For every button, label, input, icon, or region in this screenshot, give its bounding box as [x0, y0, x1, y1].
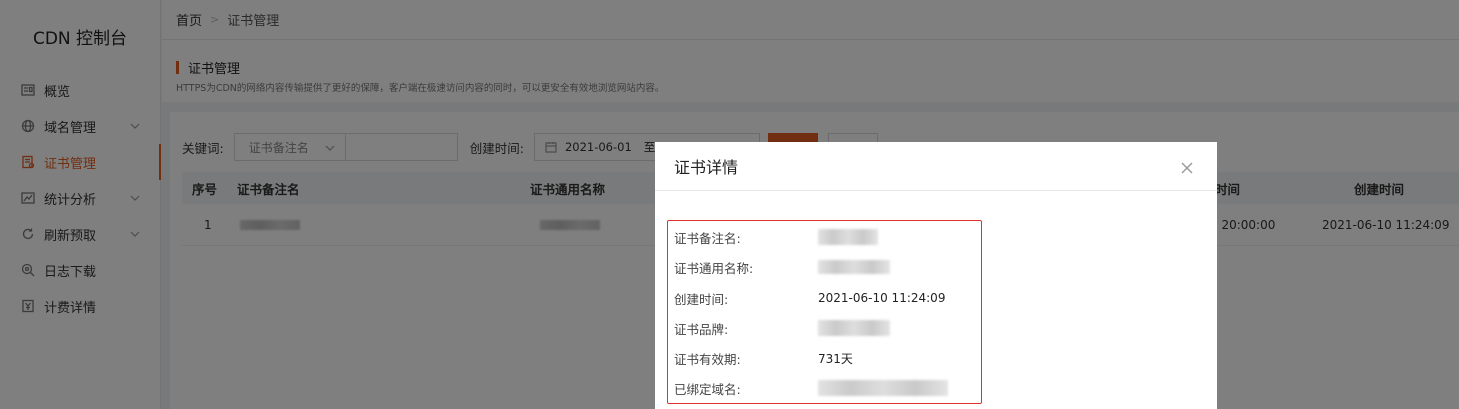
- detail-row-brand: 证书品牌:: [674, 318, 974, 338]
- detail-label: 已绑定域名:: [674, 381, 741, 397]
- certificate-detail-highlight: 证书备注名: 证书通用名称: 创建时间: 2021-06-10 11:24:09…: [667, 220, 982, 404]
- detail-row-validity: 证书有效期: 731天: [674, 348, 974, 368]
- detail-label: 证书备注名:: [674, 230, 741, 246]
- modal-title: 证书详情: [674, 158, 739, 177]
- modal-header: 证书详情: [655, 142, 1217, 191]
- certificate-detail-modal: 证书详情 证书备注名: 证书通用名称: 创建时间: 2021-06-10 11:…: [655, 142, 1217, 409]
- close-icon[interactable]: [1181, 159, 1195, 174]
- detail-value-redacted: [818, 229, 878, 245]
- detail-value-redacted: [818, 320, 890, 336]
- detail-label: 证书通用名称:: [674, 260, 754, 276]
- detail-label: 证书品牌:: [674, 321, 729, 337]
- detail-row-common-name: 证书通用名称:: [674, 257, 974, 277]
- detail-row-remark-name: 证书备注名:: [674, 227, 974, 247]
- detail-label: 创建时间:: [674, 291, 729, 307]
- detail-value: 2021-06-10 11:24:09: [818, 291, 946, 305]
- detail-row-bound-domains: 已绑定域名:: [674, 378, 974, 398]
- detail-value-redacted: [818, 260, 890, 274]
- detail-row-created-time: 创建时间: 2021-06-10 11:24:09: [674, 288, 974, 308]
- detail-label: 证书有效期:: [674, 351, 741, 367]
- detail-value-redacted: [818, 380, 948, 396]
- detail-value: 731天: [818, 351, 853, 366]
